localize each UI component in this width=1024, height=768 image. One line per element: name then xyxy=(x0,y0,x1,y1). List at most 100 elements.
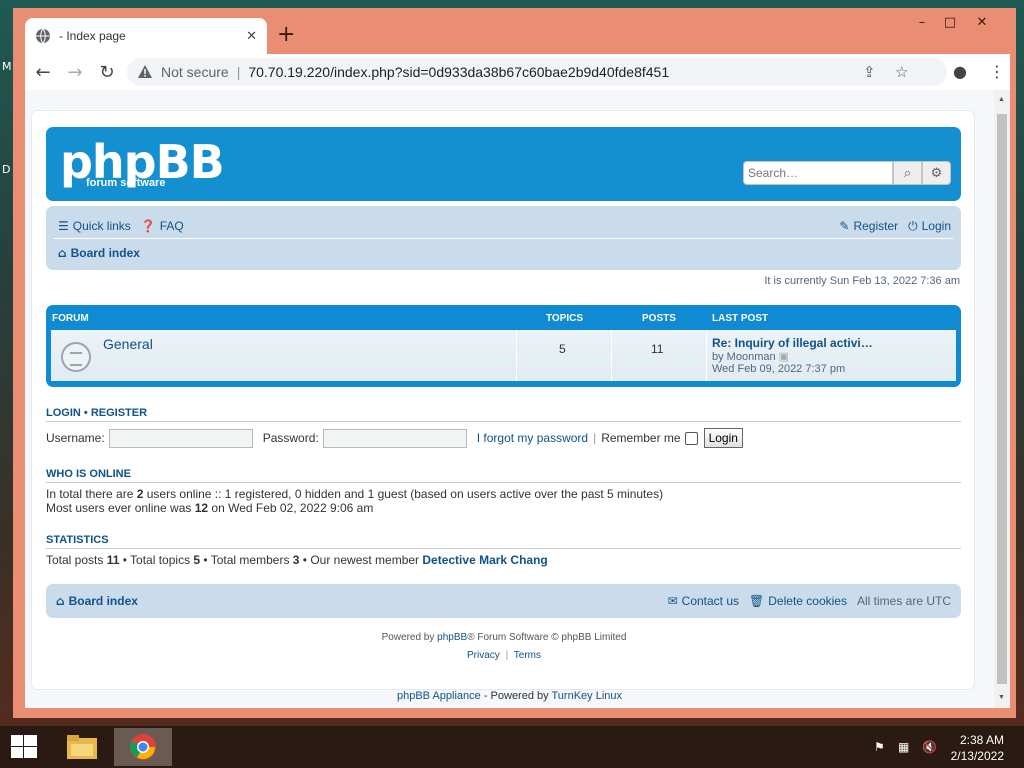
chrome-icon xyxy=(130,734,156,760)
quick-login-form: Username: Password: I forgot my password… xyxy=(46,428,743,448)
turnkey-link[interactable]: TurnKey Linux xyxy=(552,690,623,702)
scroll-thumb[interactable] xyxy=(997,114,1007,684)
newest-member-link[interactable]: Detective Mark Chang xyxy=(422,553,547,567)
stat-label: • Our newest member xyxy=(299,553,423,567)
delete-cookies-link[interactable]: 🗑 Delete cookies xyxy=(749,594,847,608)
system-clock[interactable]: 2:38 AM 2/13/2022 xyxy=(951,732,1004,764)
total-posts: 11 xyxy=(106,553,120,567)
current-time: It is currently Sun Feb 13, 2022 7:36 am xyxy=(764,275,960,287)
faq-link[interactable]: ❓ FAQ xyxy=(141,219,184,233)
taskbar: ⚑ ▦ 🔇 2:38 AM 2/13/2022 xyxy=(0,726,1024,768)
last-post-link[interactable]: Re: Inquiry of illegal activi… xyxy=(712,336,873,350)
login-heading-link[interactable]: LOGIN xyxy=(46,407,81,419)
phpbb-link[interactable]: phpBB xyxy=(437,632,467,643)
address-bar[interactable]: Not secure | 70.70.19.220/index.php?sid=… xyxy=(127,58,947,86)
contact-us-label: Contact us xyxy=(681,594,740,608)
close-tab-icon[interactable]: ✕ xyxy=(246,29,257,44)
remember-me-checkbox[interactable] xyxy=(684,431,698,445)
reload-button[interactable]: ↻ xyxy=(93,58,121,86)
forum-read-icon xyxy=(61,342,91,372)
logo-subtext: forum software xyxy=(86,177,166,189)
timezone-note: All times are UTC xyxy=(856,594,951,608)
profile-icon[interactable]: ● xyxy=(953,62,967,81)
record-text: on Wed Feb 02, 2022 9:06 am xyxy=(208,501,374,515)
advanced-search-gear-icon[interactable]: ⚙ xyxy=(922,161,951,185)
forward-button[interactable]: → xyxy=(61,58,89,86)
scroll-down-arrow-icon[interactable]: ▼ xyxy=(998,694,1005,701)
phpbb-logo[interactable]: phpBB forum software xyxy=(60,137,225,189)
copyright-text: Powered by xyxy=(381,632,438,643)
forum-posts-count: 11 xyxy=(651,342,664,356)
scroll-up-arrow-icon[interactable]: ▲ xyxy=(998,96,1005,103)
search-box: ⌕ ⚙ xyxy=(743,161,951,185)
file-explorer-taskbar-button[interactable] xyxy=(60,728,104,766)
bookmark-star-icon[interactable]: ☆ xyxy=(895,63,908,81)
footer-navbar: ⌂ Board index ✉ Contact us 🗑 Delete cook… xyxy=(46,584,961,618)
register-link[interactable]: ✎ Register xyxy=(839,219,898,233)
record-count: 12 xyxy=(194,501,209,515)
phpbb-appliance-link[interactable]: phpBB Appliance xyxy=(397,690,481,702)
clock-date: 2/13/2022 xyxy=(950,749,1004,763)
search-input[interactable] xyxy=(743,161,893,185)
site-header: phpBB forum software ⌕ ⚙ xyxy=(46,127,961,201)
who-is-online-title[interactable]: WHO IS ONLINE xyxy=(46,468,961,483)
search-icon[interactable]: ⌕ xyxy=(893,161,922,185)
back-button[interactable]: ← xyxy=(29,58,57,86)
navbar: ☰ Quick links ❓ FAQ ✎ Register ⏻ Login ⌂… xyxy=(46,206,961,270)
envelope-icon: ✉ xyxy=(667,594,678,608)
record-text: Most users ever online was xyxy=(46,501,195,515)
forum-name-link[interactable]: General xyxy=(103,336,153,352)
login-link[interactable]: ⏻ Login xyxy=(908,219,951,234)
chrome-taskbar-button[interactable] xyxy=(114,728,172,766)
who-is-online-text: In total there are 2 users online :: 1 r… xyxy=(46,487,663,515)
privacy-link[interactable]: Privacy xyxy=(467,650,500,661)
posts-column-header: POSTS xyxy=(642,313,676,324)
network-icon[interactable]: ▦ xyxy=(898,740,909,754)
share-icon[interactable]: ⇪ xyxy=(863,63,876,81)
clock-time: 2:38 AM xyxy=(959,733,1004,747)
new-tab-button[interactable]: + xyxy=(277,22,295,48)
remember-me-label: Remember me xyxy=(601,431,681,445)
online-text: users online :: 1 registered, 0 hidden a… xyxy=(143,487,664,501)
browser-toolbar: ← → ↻ Not secure | 70.70.19.220/index.ph… xyxy=(25,54,1010,90)
action-center-flag-icon[interactable]: ⚑ xyxy=(874,740,885,754)
vertical-scrollbar[interactable]: ▲ ▼ xyxy=(994,90,1010,708)
username-field[interactable] xyxy=(108,428,253,448)
quick-links-label: Quick links xyxy=(72,219,131,233)
footer-board-index-link[interactable]: ⌂ Board index xyxy=(56,594,138,608)
stat-label: • Total members xyxy=(200,553,293,567)
last-post-column-header: LAST POST xyxy=(712,313,769,324)
start-button[interactable] xyxy=(4,728,44,766)
warning-icon xyxy=(138,65,152,78)
divider: | xyxy=(505,650,509,661)
question-icon: ❓ xyxy=(140,219,156,233)
navbar-divider xyxy=(54,238,953,239)
browser-tab[interactable]: - Index page ✕ xyxy=(25,18,267,54)
register-heading-link[interactable]: REGISTER xyxy=(91,407,147,419)
stat-label: Total posts xyxy=(46,553,107,567)
last-post-date: Wed Feb 09, 2022 7:37 pm xyxy=(712,363,846,375)
maximize-button[interactable]: □ xyxy=(934,10,966,34)
close-window-button[interactable]: ✕ xyxy=(966,10,998,34)
password-label: Password: xyxy=(262,431,319,445)
board-index-link[interactable]: ⌂ Board index xyxy=(58,246,140,260)
login-button[interactable]: Login xyxy=(703,428,743,448)
menu-kebab-icon[interactable]: ⋮ xyxy=(989,62,1005,81)
footer-board-index-label: Board index xyxy=(68,594,138,608)
view-latest-post-icon[interactable]: ▣ xyxy=(779,351,789,363)
password-field[interactable] xyxy=(322,428,467,448)
last-post-author-link[interactable]: by Moonman xyxy=(712,351,776,363)
terms-link[interactable]: Terms xyxy=(514,650,541,661)
contact-us-link[interactable]: ✉ Contact us xyxy=(668,594,739,608)
login-section-title: LOGIN • REGISTER xyxy=(46,407,961,422)
url-text: 70.70.19.220/index.php?sid=0d933da38b67c… xyxy=(248,64,670,80)
forgot-password-link[interactable]: I forgot my password xyxy=(477,431,588,445)
quick-links-link[interactable]: ☰ Quick links xyxy=(58,219,131,233)
volume-muted-icon[interactable]: 🔇 xyxy=(922,740,937,754)
hamburger-icon: ☰ xyxy=(58,219,69,233)
url-separator: | xyxy=(236,64,241,80)
edit-icon: ✎ xyxy=(839,219,850,233)
phpbb-page: phpBB forum software ⌕ ⚙ ☰ Quick links xyxy=(31,110,975,690)
statistics-title: STATISTICS xyxy=(46,534,961,549)
forum-column-header: FORUM xyxy=(52,313,89,324)
